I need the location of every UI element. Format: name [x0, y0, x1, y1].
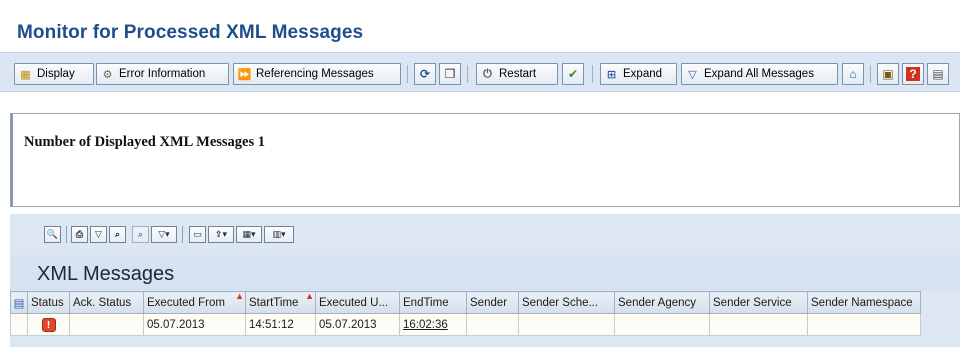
- expand-all-messages-label: Expand All Messages: [704, 68, 814, 80]
- layout-button[interactable]: ▤: [927, 63, 949, 85]
- display-icon: ▦: [20, 68, 31, 81]
- refresh-icon: ⟳: [419, 67, 431, 81]
- column-header-sender-service[interactable]: Sender Service: [709, 291, 808, 314]
- expand-label: Expand: [623, 68, 663, 80]
- column-header-start-time[interactable]: StartTime ▲: [245, 291, 316, 314]
- column-header-sender-scheme[interactable]: Sender Sche...: [518, 291, 615, 314]
- grid-toolbar-separator: [66, 226, 67, 243]
- export-icon: ⇪▾: [214, 229, 228, 239]
- column-header-sender-agency[interactable]: Sender Agency: [614, 291, 710, 314]
- columns-icon: ▥▾: [272, 229, 286, 239]
- checkmark-icon: ✔: [567, 67, 579, 81]
- expand-button[interactable]: ⊞ Expand: [600, 63, 677, 85]
- find-button[interactable]: ⌕: [109, 226, 126, 243]
- grid-toolbar: 🔍 ⎙ ▽ ⌕ ⌕ ▽▾ ▭ ⇪▾ ▦▾ ▥▾: [10, 214, 960, 255]
- grid-title: XML Messages: [37, 263, 175, 285]
- forward-arrows-icon: ⏩: [237, 68, 252, 81]
- info-panel: Number of Displayed XML Messages 1: [10, 113, 960, 207]
- executed-until-cell: 05.07.2013: [315, 313, 400, 336]
- column-header-executed-from[interactable]: Executed From ▲: [143, 291, 246, 314]
- toolbar-separator: [407, 65, 408, 83]
- select-all-icon: ▤: [13, 297, 25, 310]
- table-row[interactable]: ! 05.07.2013 14:51:12 05.07.2013 16:02:3…: [10, 313, 921, 336]
- print-preview-button[interactable]: ▭: [189, 226, 206, 243]
- error-info-icon: ⚙: [102, 68, 113, 81]
- sender-namespace-cell: [807, 313, 921, 336]
- layout-icon: ▦▾: [242, 229, 256, 239]
- settings-icon: ▣: [882, 67, 894, 81]
- refresh-button[interactable]: ⟳: [414, 63, 436, 85]
- expand-all-icon: ▽: [688, 68, 697, 81]
- table-header-row: ▤ Status Ack. Status Executed From ▲ Star…: [10, 291, 921, 314]
- sender-service-cell: [709, 313, 808, 336]
- columns-button[interactable]: ▥▾: [264, 226, 294, 243]
- restart-button[interactable]: ⏻ Restart: [476, 63, 558, 85]
- xml-messages-grid: 🔍 ⎙ ▽ ⌕ ⌕ ▽▾ ▭ ⇪▾ ▦▾ ▥▾ XML Messages ▤ S…: [10, 214, 960, 347]
- select-all-cell[interactable]: ▤: [10, 291, 28, 314]
- print-button[interactable]: ⎙: [71, 226, 88, 243]
- start-time-cell: 14:51:12: [245, 313, 316, 336]
- find-next-icon: ⌕: [137, 229, 144, 239]
- restart-label: Restart: [499, 68, 537, 80]
- layout-icon: ▤: [932, 67, 944, 81]
- copy-icon: ❐: [444, 67, 456, 81]
- settings-button[interactable]: ▣: [877, 63, 899, 85]
- copy-button[interactable]: ❐: [439, 63, 461, 85]
- confirm-button[interactable]: ✔: [562, 63, 584, 85]
- sender-scheme-cell: [518, 313, 615, 336]
- row-selector[interactable]: [10, 313, 28, 336]
- set-filter-button[interactable]: ▽▾: [151, 226, 177, 243]
- error-information-label: Error Information: [119, 68, 206, 80]
- error-information-button[interactable]: ⚙ Error Information: [96, 63, 229, 85]
- filter-button[interactable]: ▽: [90, 226, 107, 243]
- column-header-status[interactable]: Status: [27, 291, 70, 314]
- referencing-messages-label: Referencing Messages: [256, 68, 374, 80]
- sort-indicator-icon: ▲: [305, 291, 314, 302]
- collapse-icon: ⌂: [849, 67, 857, 81]
- referencing-messages-button[interactable]: ⏩ Referencing Messages: [233, 63, 401, 85]
- displayed-messages-count: Number of Displayed XML Messages 1: [24, 134, 265, 150]
- expand-icon: ⊞: [606, 68, 617, 81]
- export-button[interactable]: ⇪▾: [208, 226, 234, 243]
- layout-menu-button[interactable]: ▦▾: [236, 226, 262, 243]
- ack-status-cell: [69, 313, 144, 336]
- sender-agency-cell: [614, 313, 710, 336]
- column-header-end-time[interactable]: EndTime: [399, 291, 467, 314]
- toolbar-separator: [592, 65, 593, 83]
- executed-from-cell: 05.07.2013: [143, 313, 246, 336]
- find-icon: ⌕: [114, 229, 121, 239]
- toolbar-separator: [467, 65, 468, 83]
- error-status-icon[interactable]: !: [41, 317, 56, 332]
- column-header-ack-status[interactable]: Ack. Status: [69, 291, 144, 314]
- grid-toolbar-separator: [182, 226, 183, 243]
- page-title: Monitor for Processed XML Messages: [17, 22, 364, 43]
- column-header-sender[interactable]: Sender: [466, 291, 519, 314]
- application-toolbar: ▦ Display ⚙ Error Information ⏩ Referenc…: [0, 52, 960, 92]
- grid-title-bar: XML Messages: [10, 255, 960, 291]
- details-button[interactable]: 🔍: [44, 226, 61, 243]
- sender-cell: [466, 313, 519, 336]
- end-time-cell[interactable]: 16:02:36: [399, 313, 467, 336]
- set-filter-icon: ▽▾: [158, 229, 170, 239]
- column-header-executed-until[interactable]: Executed U...: [315, 291, 400, 314]
- print-preview-icon: ▭: [193, 229, 202, 239]
- column-header-sender-namespace[interactable]: Sender Namespace: [807, 291, 921, 314]
- expand-all-messages-button[interactable]: ▽ Expand All Messages: [681, 63, 838, 85]
- find-next-button[interactable]: ⌕: [132, 226, 149, 243]
- messages-table: ▤ Status Ack. Status Executed From ▲ Star…: [10, 291, 921, 336]
- status-cell[interactable]: !: [27, 313, 70, 336]
- details-icon: 🔍: [46, 229, 59, 239]
- title-bar: Monitor for Processed XML Messages: [0, 0, 960, 47]
- help-button[interactable]: ?: [902, 63, 924, 85]
- restart-icon: ⏻: [483, 67, 492, 80]
- help-icon: ?: [906, 67, 920, 81]
- display-button[interactable]: ▦ Display: [14, 63, 94, 85]
- collapse-button[interactable]: ⌂: [842, 63, 864, 85]
- toolbar-separator: [870, 65, 871, 83]
- sort-indicator-icon: ▲: [235, 291, 244, 302]
- print-icon: ⎙: [75, 229, 84, 239]
- filter-icon: ▽: [95, 229, 102, 239]
- display-label: Display: [37, 68, 75, 80]
